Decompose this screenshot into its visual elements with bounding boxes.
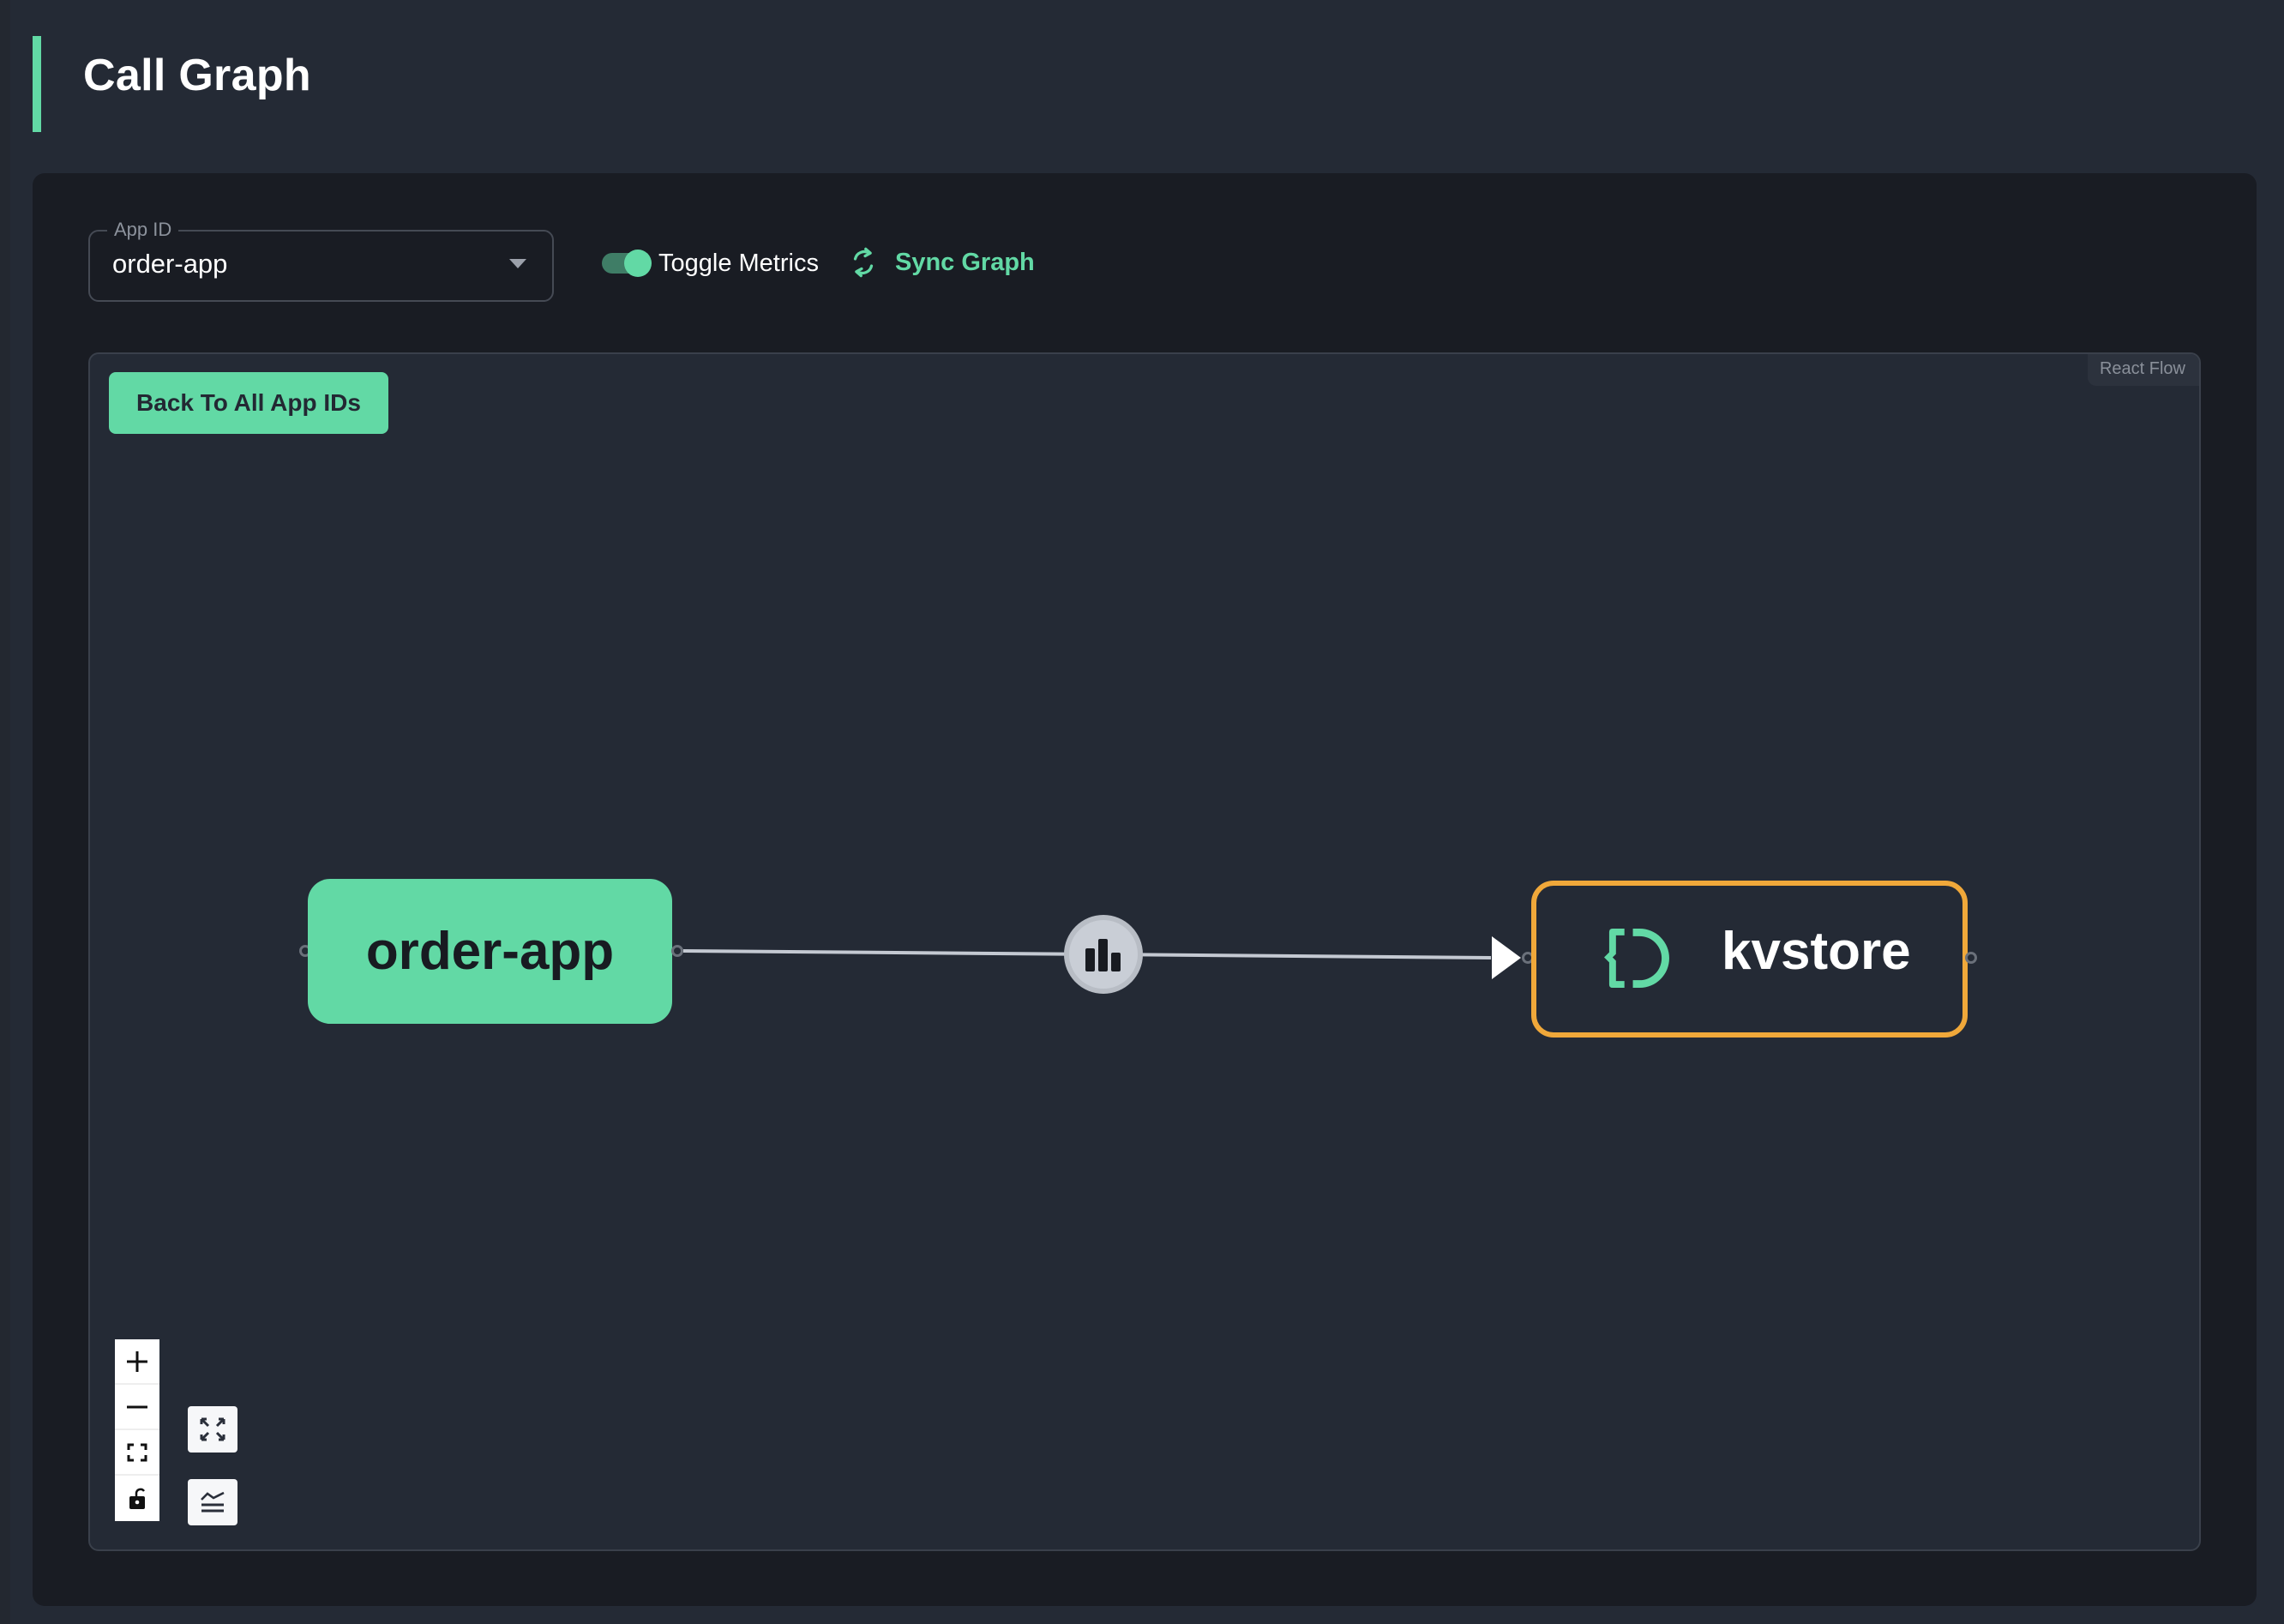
node-order-app[interactable]: order-app <box>308 879 672 1024</box>
zoom-in-button[interactable] <box>115 1339 159 1385</box>
minimap-toggle-button[interactable] <box>188 1479 237 1525</box>
dapr-component-icon <box>1604 928 1669 989</box>
order-app-source-handle[interactable] <box>671 945 683 957</box>
app-id-value: order-app <box>112 249 228 279</box>
unlock-icon <box>129 1488 146 1509</box>
toggle-metrics-label[interactable]: Toggle Metrics <box>658 248 819 279</box>
fit-view-button[interactable] <box>115 1430 159 1476</box>
app-id-select[interactable]: App ID order-app <box>88 218 554 302</box>
toggle-thumb <box>624 250 652 277</box>
app-id-label: App ID <box>107 218 179 242</box>
left-edge-strip <box>0 0 10 1624</box>
zoom-out-button[interactable] <box>115 1385 159 1430</box>
expand-icon <box>200 1417 225 1441</box>
fit-view-icon <box>127 1443 147 1461</box>
node-kvstore[interactable]: kvstore <box>1531 881 1968 1038</box>
toggle-metrics-switch[interactable] <box>602 250 652 277</box>
plus-icon <box>127 1350 147 1372</box>
toggle-interactivity-button[interactable] <box>115 1476 159 1521</box>
layout-icon <box>201 1491 225 1513</box>
page-title: Call Graph <box>83 51 311 100</box>
fullscreen-button[interactable] <box>188 1406 237 1453</box>
bar-chart-icon <box>1085 939 1121 971</box>
chevron-down-icon <box>509 259 526 268</box>
edge-metrics-inner <box>1069 920 1138 989</box>
sync-icon <box>853 247 874 278</box>
react-flow-canvas[interactable]: React Flow Back To All App IDs order-app… <box>88 352 2201 1551</box>
sync-graph-button[interactable]: Sync Graph <box>849 245 1035 280</box>
edge-metrics-button[interactable] <box>1064 915 1143 994</box>
flow-controls <box>115 1339 159 1521</box>
kvstore-source-handle[interactable] <box>1965 952 1977 964</box>
title-accent-bar <box>33 36 41 132</box>
node-order-app-label: order-app <box>365 922 615 981</box>
edge-arrowhead <box>1492 936 1521 979</box>
minus-icon <box>127 1405 147 1408</box>
node-kvstore-label: kvstore <box>1722 922 1911 981</box>
sync-graph-label: Sync Graph <box>895 248 1035 276</box>
